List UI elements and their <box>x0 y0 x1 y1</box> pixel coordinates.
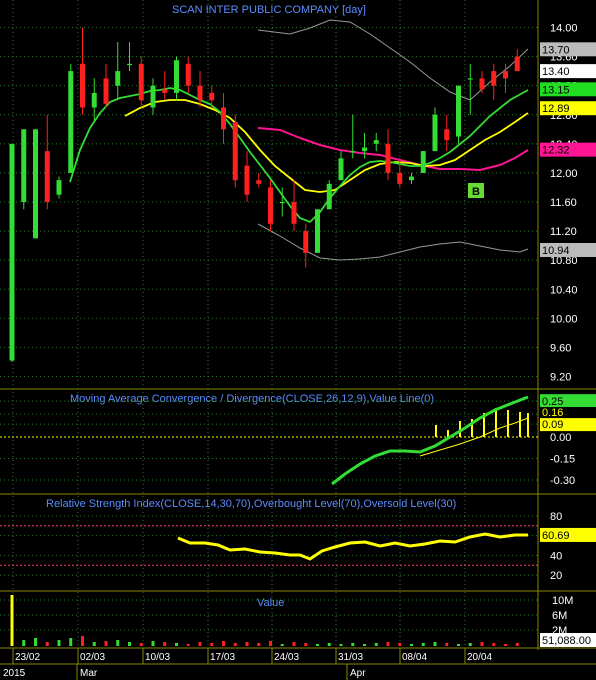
bollinger-upper-tag: 13.70 <box>542 44 570 56</box>
candlestick <box>174 60 179 93</box>
price-tick-label: 10.00 <box>550 313 578 325</box>
candlestick <box>456 85 461 137</box>
candlestick <box>432 114 438 152</box>
long-ma-tag: 12.32 <box>542 145 570 157</box>
candlestick <box>514 56 520 72</box>
date-label: 24/03 <box>274 652 299 663</box>
candlestick <box>185 63 191 86</box>
candlestick <box>80 63 85 108</box>
candlestick <box>138 63 144 101</box>
candlestick <box>279 202 285 204</box>
candlestick <box>115 71 121 86</box>
period-label: 2015 <box>3 668 26 679</box>
rsi-title: Relative Strength Index(CLOSE,14,30,70),… <box>46 498 456 510</box>
rsi-tick-label: 40 <box>550 550 562 562</box>
macd-tick-label: 0.00 <box>550 432 571 444</box>
candlestick <box>491 71 497 86</box>
candlestick <box>338 158 344 181</box>
candlestick <box>397 172 403 184</box>
macd-tick-label: -0.15 <box>550 454 575 466</box>
value-tag: 51,088.00 <box>542 635 591 647</box>
candlestick <box>467 78 473 80</box>
candlestick <box>68 71 74 173</box>
candlestick <box>315 209 320 253</box>
mid-ma-tag: 12.89 <box>542 103 570 115</box>
date-label: 20/04 <box>467 652 492 663</box>
candlestick <box>420 151 426 173</box>
candlestick <box>291 202 297 224</box>
price-tick-label: 14.00 <box>550 23 578 35</box>
bollinger-lower-line <box>257 223 529 261</box>
candlestick <box>503 71 508 79</box>
date-label: 08/04 <box>402 652 427 663</box>
candlestick <box>326 183 332 210</box>
candlestick <box>221 107 226 130</box>
macd-histogram-tag: 0.09 <box>542 419 563 431</box>
candlestick <box>209 92 215 101</box>
candlestick <box>197 85 203 101</box>
candlestick <box>91 92 97 108</box>
macd-signal-tag: 0.16 <box>542 407 563 419</box>
candlestick <box>21 129 27 202</box>
date-label: 31/03 <box>338 652 363 663</box>
period-label: Mar <box>80 668 98 679</box>
candlestick <box>479 78 485 90</box>
candlestick <box>56 180 62 195</box>
chart-window: 14.0013.6013.2012.8012.4012.0011.6011.20… <box>0 0 596 680</box>
value-panel-title: Value <box>257 597 284 609</box>
candlestick <box>44 151 50 202</box>
long-moving-average-line <box>257 127 529 172</box>
candlestick <box>409 176 414 181</box>
macd-title: Moving Average Convergence / Divergence(… <box>70 393 434 405</box>
price-chart-title: SCAN INTER PUBLIC COMPANY [day] <box>172 4 366 16</box>
candlestick <box>350 151 356 153</box>
date-label: 17/03 <box>210 652 235 663</box>
candlestick <box>303 231 309 253</box>
price-tick-label: 10.40 <box>550 284 578 296</box>
value-tick-label: 10M <box>552 595 573 607</box>
rsi-value-tag: 60.69 <box>542 530 570 542</box>
candlestick <box>127 63 132 66</box>
last-price-tag: 13.40 <box>542 66 570 78</box>
value-tick-label: 6M <box>552 610 567 622</box>
bollinger-lower-tag: 10.94 <box>542 245 570 257</box>
candlestick <box>256 180 262 184</box>
candlestick <box>103 78 109 104</box>
period-label: Apr <box>350 668 366 679</box>
short-ma-tag: 13.15 <box>542 84 570 96</box>
candlestick <box>232 122 238 181</box>
candlestick <box>373 140 379 144</box>
candlestick <box>362 147 367 152</box>
candlestick <box>162 89 168 93</box>
candlestick <box>444 129 450 141</box>
macd-line <box>331 395 529 486</box>
date-label: 02/03 <box>80 652 105 663</box>
price-tick-label: 9.20 <box>550 372 571 384</box>
price-tick-label: 12.00 <box>550 168 578 180</box>
macd-tick-label: -0.30 <box>550 475 575 487</box>
price-tick-label: 11.60 <box>550 197 577 209</box>
rsi-tick-label: 20 <box>550 570 562 582</box>
date-label: 23/02 <box>15 652 40 663</box>
buy-signal-label: B <box>472 186 480 198</box>
price-tick-label: 9.60 <box>550 342 571 354</box>
date-label: 10/03 <box>145 652 170 663</box>
candlestick <box>9 143 15 361</box>
candlestick <box>268 187 273 224</box>
candlestick <box>385 143 391 173</box>
candlestick <box>33 129 38 239</box>
stock-chart: 14.0013.6013.2012.8012.4012.0011.6011.20… <box>0 0 596 680</box>
candlestick <box>150 85 156 108</box>
rsi-tick-label: 80 <box>550 511 562 523</box>
price-tick-label: 11.20 <box>550 226 577 238</box>
candlestick <box>244 165 250 195</box>
bollinger-upper-line <box>257 19 529 101</box>
